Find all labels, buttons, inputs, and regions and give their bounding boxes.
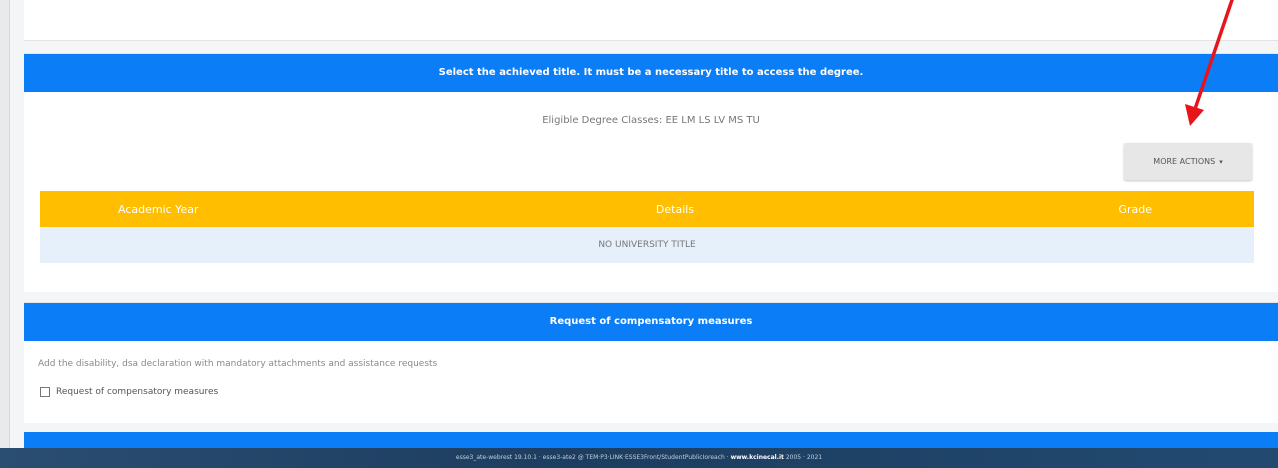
more-actions-label: MORE ACTIONS: [1153, 157, 1216, 166]
degree-title-panel: Select the achieved title. It must be a …: [24, 53, 1278, 292]
next-section-header-bar: [24, 432, 1278, 448]
degree-section-header: Select the achieved title. It must be a …: [24, 54, 1278, 92]
caret-down-icon: ▾: [1219, 157, 1223, 166]
compensatory-panel: Request of compensatory measures Add the…: [24, 302, 1278, 423]
table-row: NO UNIVERSITY TITLE: [40, 227, 1254, 263]
column-academic-year[interactable]: Academic Year: [40, 191, 398, 227]
footer-text: esse3_ate-webrest 19.10.1 · esse3-ate2 @…: [455, 454, 729, 461]
table-header-row: Academic Year Details Grade: [40, 191, 1254, 227]
titles-table: Academic Year Details Grade NO UNIVERSIT…: [40, 191, 1254, 263]
footer-brand-link[interactable]: www.kcinecal.it: [731, 454, 784, 461]
column-details[interactable]: Details: [398, 191, 952, 227]
column-grade[interactable]: Grade: [952, 191, 1254, 227]
compensatory-checkbox-row[interactable]: Request of compensatory measures: [40, 387, 1278, 397]
more-actions-button[interactable]: MORE ACTIONS ▾: [1124, 143, 1252, 180]
compensatory-description: Add the disability, dsa declaration with…: [38, 359, 438, 369]
page-footer: esse3_ate-webrest 19.10.1 · esse3-ate2 @…: [0, 448, 1278, 468]
compensatory-checkbox-label: Request of compensatory measures: [56, 387, 219, 397]
previous-panel: [24, 0, 1278, 41]
compensatory-section-header: Request of compensatory measures: [24, 303, 1278, 341]
eligible-degree-classes: Eligible Degree Classes: EE LM LS LV MS …: [542, 115, 760, 126]
footer-years: 2005 · 2021: [785, 454, 823, 461]
left-scroll-edge: [0, 0, 10, 448]
compensatory-checkbox[interactable]: [40, 387, 50, 397]
no-title-message: NO UNIVERSITY TITLE: [40, 227, 1254, 263]
